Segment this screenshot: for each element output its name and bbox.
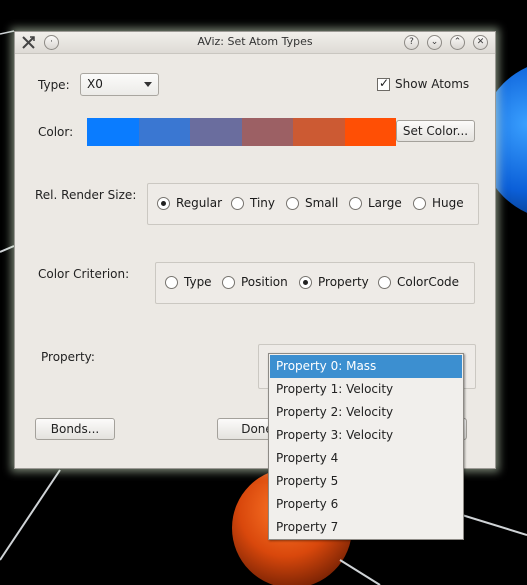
color-swatch bbox=[241, 118, 293, 146]
radio-indicator[interactable] bbox=[165, 275, 178, 289]
type-select[interactable]: X0 bbox=[80, 73, 159, 96]
radio-indicator[interactable] bbox=[378, 275, 391, 289]
color-swatch bbox=[87, 118, 139, 146]
radio-label: Large bbox=[368, 196, 402, 210]
color-criterion-radio-property[interactable]: Property bbox=[299, 275, 369, 289]
radio-indicator[interactable] bbox=[349, 196, 362, 210]
minimize-button[interactable]: ⌄ bbox=[427, 35, 442, 50]
color-swatch bbox=[344, 118, 396, 146]
close-button[interactable]: ✕ bbox=[473, 35, 488, 50]
color-label: Color: bbox=[38, 125, 74, 139]
maximize-button[interactable]: ⌃ bbox=[450, 35, 465, 50]
radio-label: Property bbox=[318, 275, 369, 289]
radio-label: Tiny bbox=[250, 196, 276, 210]
checkmark-icon: ✓ bbox=[379, 76, 390, 90]
property-option[interactable]: Property 6 bbox=[270, 493, 462, 516]
radio-label: Position bbox=[241, 275, 288, 289]
color-criterion-radio-type[interactable]: Type bbox=[165, 275, 212, 289]
render-size-radio-small[interactable]: Small bbox=[286, 196, 338, 210]
window-title: AViz: Set Atom Types bbox=[197, 35, 313, 48]
radio-label: Regular bbox=[176, 196, 223, 210]
type-select-value: X0 bbox=[87, 77, 103, 91]
render-size-group: Regular Tiny Small Large Huge bbox=[147, 183, 479, 225]
color-swatch bbox=[138, 118, 190, 146]
color-gradient-bar bbox=[87, 118, 396, 146]
title-bar[interactable]: · AViz: Set Atom Types ? ⌄ ⌃ ✕ bbox=[15, 32, 495, 54]
radio-label: ColorCode bbox=[397, 275, 460, 289]
property-option[interactable]: Property 0: Mass bbox=[270, 355, 462, 378]
color-criterion-group: Type Position Property ColorCode bbox=[155, 262, 475, 304]
property-option[interactable]: Property 2: Velocity bbox=[270, 401, 462, 424]
radio-label: Small bbox=[305, 196, 339, 210]
set-color-button[interactable]: Set Color... bbox=[396, 120, 475, 142]
render-size-label: Rel. Render Size: bbox=[35, 188, 137, 202]
radio-indicator[interactable] bbox=[157, 196, 170, 210]
radio-indicator[interactable] bbox=[413, 196, 426, 210]
help-button[interactable]: ? bbox=[404, 35, 419, 50]
radio-indicator[interactable] bbox=[222, 275, 235, 289]
color-swatch bbox=[293, 118, 345, 146]
show-atoms-label: Show Atoms bbox=[395, 77, 470, 91]
radio-label: Huge bbox=[432, 196, 464, 210]
property-option[interactable]: Property 3: Velocity bbox=[270, 424, 462, 447]
color-criterion-radio-position[interactable]: Position bbox=[222, 275, 288, 289]
property-option[interactable]: Property 4 bbox=[270, 447, 462, 470]
bonds-button[interactable]: Bonds... bbox=[35, 418, 115, 440]
radio-indicator[interactable] bbox=[299, 275, 312, 289]
color-swatch bbox=[190, 118, 242, 146]
color-criterion-label: Color Criterion: bbox=[38, 267, 130, 281]
show-atoms-checkbox[interactable]: ✓ bbox=[377, 76, 390, 91]
radio-indicator[interactable] bbox=[231, 196, 244, 210]
color-criterion-radio-colorcode[interactable]: ColorCode bbox=[378, 275, 459, 289]
render-size-radio-regular[interactable]: Regular bbox=[157, 196, 222, 210]
render-size-radio-tiny[interactable]: Tiny bbox=[231, 196, 275, 210]
property-option[interactable]: Property 7 bbox=[270, 516, 462, 539]
radio-label: Type bbox=[184, 275, 212, 289]
chevron-down-icon bbox=[144, 82, 152, 87]
render-size-radio-large[interactable]: Large bbox=[349, 196, 402, 210]
property-dropdown-list[interactable]: Property 0: Mass Property 1: Velocity Prop… bbox=[268, 353, 464, 540]
type-label: Type: bbox=[38, 78, 70, 92]
radio-indicator[interactable] bbox=[286, 196, 299, 210]
property-option[interactable]: Property 1: Velocity bbox=[270, 378, 462, 401]
property-label: Property: bbox=[41, 350, 95, 364]
property-option[interactable]: Property 5 bbox=[270, 470, 462, 493]
render-size-radio-huge[interactable]: Huge bbox=[413, 196, 464, 210]
